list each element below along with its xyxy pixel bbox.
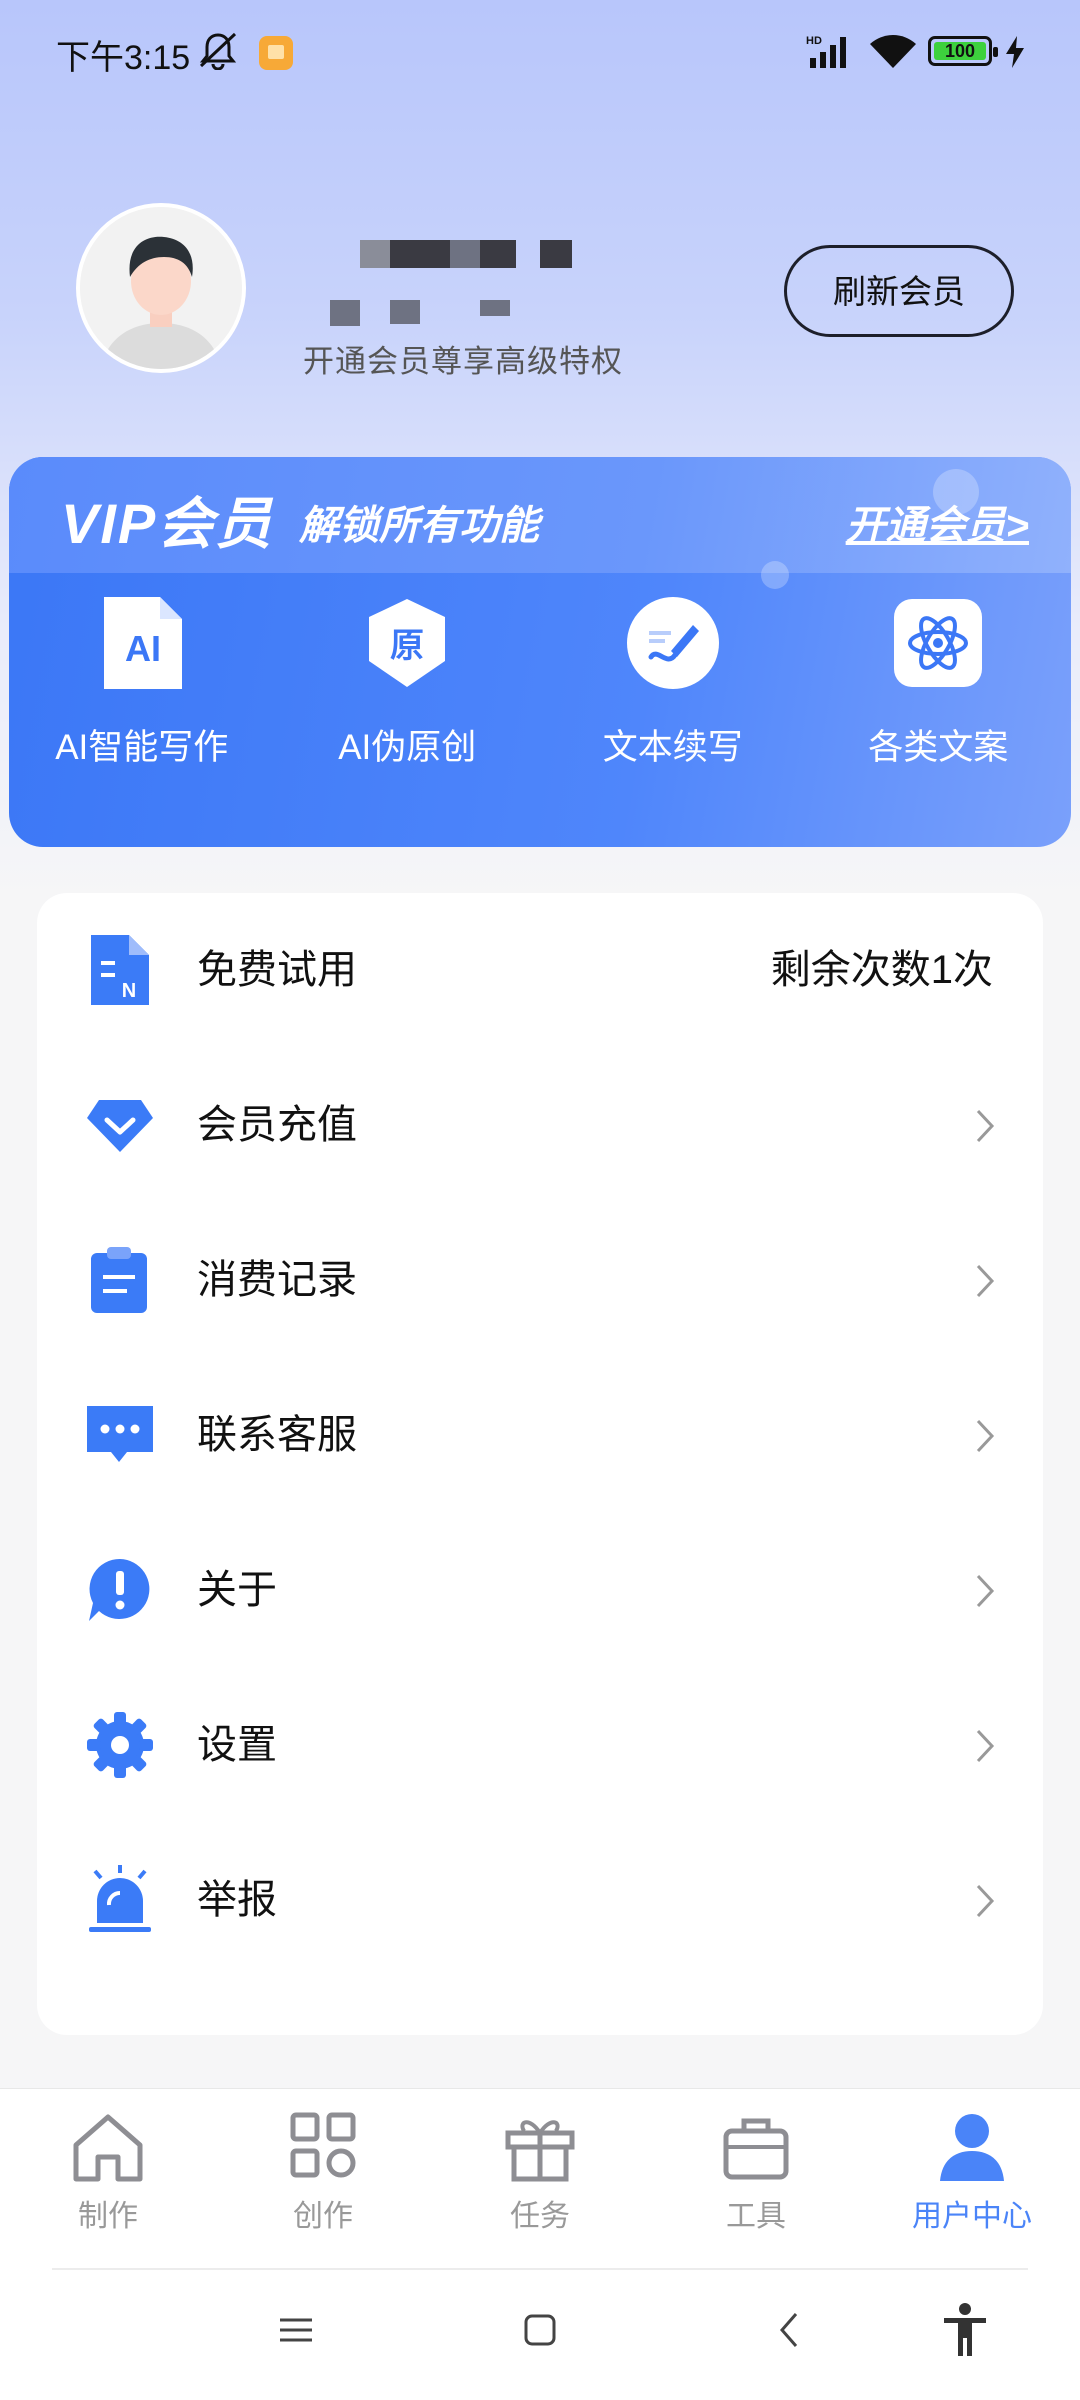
remaining-count: 剩余次数1次 xyxy=(770,948,993,992)
menu-item-settings[interactable]: 设置 xyxy=(37,1668,1043,1823)
svg-text:AI: AI xyxy=(125,628,161,669)
menu-item-free-trial[interactable]: N 免费试用 剩余次数1次 xyxy=(37,893,1043,1048)
vip-feature-copywriting[interactable]: 各类文案 xyxy=(806,597,1072,770)
grid-icon xyxy=(283,2109,363,2185)
vip-features: AI AI智能写作 原 AI伪原创 文本续写 各类文案 xyxy=(9,597,1071,770)
vip-feature-ai-writing[interactable]: AI AI智能写作 xyxy=(9,597,275,770)
menu-item-label: 关于 xyxy=(197,1568,277,1612)
menu-item-label: 消费记录 xyxy=(197,1258,357,1302)
mute-icon xyxy=(196,30,240,75)
tab-label: 创作 xyxy=(293,2200,353,2233)
tab-label: 工具 xyxy=(726,2200,786,2233)
profile-subtitle: 开通会员尊享高级特权 xyxy=(303,344,623,379)
vip-feature-label: AI伪原创 xyxy=(338,728,477,767)
notification-icon xyxy=(259,36,293,70)
battery-level: 100 xyxy=(934,42,986,60)
tab-tasks[interactable]: 任务 xyxy=(460,2109,620,2235)
refresh-membership-button[interactable]: 刷新会员 xyxy=(784,245,1014,337)
vip-subtitle: 解锁所有功能 xyxy=(299,504,539,548)
svg-text:HD: HD xyxy=(806,35,822,47)
chevron-right-icon xyxy=(975,1418,995,1459)
vip-feature-label: AI智能写作 xyxy=(55,728,229,767)
vip-feature-label: 文本续写 xyxy=(602,728,743,767)
battery-icon: 100 xyxy=(928,36,998,66)
menu-item-about[interactable]: 关于 xyxy=(37,1513,1043,1668)
menu-item-recharge[interactable]: 会员充值 xyxy=(37,1048,1043,1203)
hd-signal-icon: HD xyxy=(806,32,856,77)
chevron-right-icon xyxy=(975,1573,995,1614)
avatar[interactable] xyxy=(76,203,246,373)
chevron-right-icon xyxy=(975,1728,995,1769)
menu-item-label: 设置 xyxy=(197,1723,277,1767)
tab-create[interactable]: 创作 xyxy=(243,2109,403,2235)
info-icon xyxy=(85,1555,155,1625)
home-button-icon[interactable] xyxy=(520,2310,560,2355)
tab-label: 任务 xyxy=(510,2200,570,2233)
svg-text:N: N xyxy=(122,980,136,1002)
menu-item-consumption-record[interactable]: 消费记录 xyxy=(37,1203,1043,1358)
clipboard-icon xyxy=(85,1245,155,1315)
bottom-tab-bar: 制作 创作 任务 工具 用户中心 xyxy=(0,2088,1080,2271)
gift-icon xyxy=(500,2109,580,2185)
username-redacted xyxy=(320,230,650,330)
menu-item-report[interactable]: 举报 xyxy=(37,1823,1043,1978)
pen-icon xyxy=(626,597,719,689)
atom-icon xyxy=(892,597,984,689)
free-trial-icon: N xyxy=(85,935,155,1005)
tab-make[interactable]: 制作 xyxy=(28,2109,188,2235)
status-bar: 下午3:15 HD 100 xyxy=(0,0,1080,105)
status-time: 下午3:15 xyxy=(56,39,191,77)
menu-item-label: 会员充值 xyxy=(197,1103,357,1147)
menu-item-label: 免费试用 xyxy=(197,948,357,992)
diamond-icon xyxy=(85,1090,155,1160)
tab-tools[interactable]: 工具 xyxy=(676,2109,836,2235)
svg-text:原: 原 xyxy=(390,626,424,666)
vip-feature-label: 各类文案 xyxy=(868,728,1009,767)
menu-item-customer-service[interactable]: 联系客服 xyxy=(37,1358,1043,1513)
alarm-icon xyxy=(85,1865,155,1935)
wifi-icon xyxy=(868,34,918,75)
vip-card[interactable]: VIP会员 解锁所有功能 开通会员> AI AI智能写作 原 AI伪原创 文本续… xyxy=(9,457,1071,847)
decor-circle xyxy=(761,561,789,589)
system-navigation-bar xyxy=(0,2270,1080,2400)
user-icon xyxy=(932,2109,1012,2185)
settings-menu: N 免费试用 剩余次数1次 会员充值 消费记录 联系客服 关于 设置 举报 xyxy=(37,893,1043,2035)
chevron-right-icon xyxy=(975,1263,995,1304)
menu-item-label: 联系客服 xyxy=(197,1413,357,1457)
chat-icon xyxy=(85,1400,155,1470)
tab-label: 制作 xyxy=(78,2200,138,2233)
open-vip-link[interactable]: 开通会员> xyxy=(846,493,1029,551)
charging-icon xyxy=(1004,36,1026,73)
ai-doc-icon: AI xyxy=(96,597,188,689)
briefcase-icon xyxy=(716,2109,796,2185)
gear-icon xyxy=(85,1710,155,1780)
chevron-right-icon xyxy=(975,1108,995,1149)
menu-item-label: 举报 xyxy=(197,1878,277,1922)
chevron-right-icon xyxy=(975,1883,995,1924)
tab-user-center[interactable]: 用户中心 xyxy=(892,2109,1052,2235)
back-icon[interactable] xyxy=(770,2310,810,2355)
vip-feature-text-continue[interactable]: 文本续写 xyxy=(540,597,806,770)
original-badge-icon: 原 xyxy=(361,597,453,689)
accessibility-icon[interactable] xyxy=(940,2302,990,2363)
vip-feature-pseudo-original[interactable]: 原 AI伪原创 xyxy=(275,597,541,770)
vip-title: VIP会员 xyxy=(61,492,274,555)
tab-label: 用户中心 xyxy=(912,2200,1032,2233)
menu-icon[interactable] xyxy=(276,2310,316,2355)
home-icon xyxy=(68,2109,148,2185)
